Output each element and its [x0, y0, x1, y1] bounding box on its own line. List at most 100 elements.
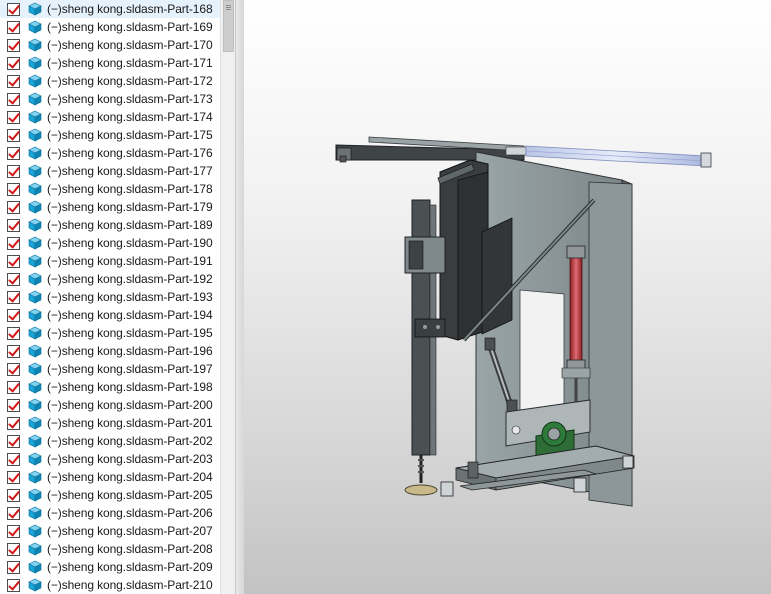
- part-cube-icon: [28, 488, 42, 502]
- part-cube-icon: [28, 20, 42, 34]
- tree-item[interactable]: (−)sheng kong.sldasm-Part-178: [0, 180, 220, 198]
- tree-item[interactable]: (−)sheng kong.sldasm-Part-209: [0, 558, 220, 576]
- tree-item[interactable]: (−)sheng kong.sldasm-Part-177: [0, 162, 220, 180]
- visibility-checkbox[interactable]: [7, 254, 20, 268]
- visibility-checkbox[interactable]: [7, 38, 20, 52]
- tree-item-label: (−)sheng kong.sldasm-Part-196: [47, 344, 213, 358]
- tree-item[interactable]: (−)sheng kong.sldasm-Part-204: [0, 468, 220, 486]
- tree-item-label: (−)sheng kong.sldasm-Part-168: [47, 2, 213, 16]
- tree-item-label: (−)sheng kong.sldasm-Part-189: [47, 218, 213, 232]
- tree-item[interactable]: (−)sheng kong.sldasm-Part-175: [0, 126, 220, 144]
- tree-scrollbar[interactable]: [220, 0, 235, 594]
- tree-item-label: (−)sheng kong.sldasm-Part-192: [47, 272, 213, 286]
- visibility-checkbox[interactable]: [7, 2, 20, 16]
- visibility-checkbox[interactable]: [7, 92, 20, 106]
- visibility-checkbox[interactable]: [7, 488, 20, 502]
- tree-item[interactable]: (−)sheng kong.sldasm-Part-210: [0, 576, 220, 594]
- part-cube-icon: [28, 290, 42, 304]
- tree-item[interactable]: (−)sheng kong.sldasm-Part-205: [0, 486, 220, 504]
- visibility-checkbox[interactable]: [7, 146, 20, 160]
- visibility-checkbox[interactable]: [7, 56, 20, 70]
- tree-item[interactable]: (−)sheng kong.sldasm-Part-200: [0, 396, 220, 414]
- part-cube-icon: [28, 110, 42, 124]
- visibility-checkbox[interactable]: [7, 506, 20, 520]
- tree-item-label: (−)sheng kong.sldasm-Part-195: [47, 326, 213, 340]
- tree-item[interactable]: (−)sheng kong.sldasm-Part-203: [0, 450, 220, 468]
- tree-item[interactable]: (−)sheng kong.sldasm-Part-190: [0, 234, 220, 252]
- tree-item-label: (−)sheng kong.sldasm-Part-191: [47, 254, 213, 268]
- tree-item[interactable]: (−)sheng kong.sldasm-Part-201: [0, 414, 220, 432]
- part-cube-icon: [28, 506, 42, 520]
- tree-item[interactable]: (−)sheng kong.sldasm-Part-168: [0, 0, 220, 18]
- tree-item-label: (−)sheng kong.sldasm-Part-170: [47, 38, 213, 52]
- tree-item[interactable]: (−)sheng kong.sldasm-Part-195: [0, 324, 220, 342]
- visibility-checkbox[interactable]: [7, 182, 20, 196]
- tree-item[interactable]: (−)sheng kong.sldasm-Part-172: [0, 72, 220, 90]
- visibility-checkbox[interactable]: [7, 200, 20, 214]
- tree-item-label: (−)sheng kong.sldasm-Part-204: [47, 470, 213, 484]
- visibility-checkbox[interactable]: [7, 308, 20, 322]
- tree-item[interactable]: (−)sheng kong.sldasm-Part-193: [0, 288, 220, 306]
- visibility-checkbox[interactable]: [7, 74, 20, 88]
- visibility-checkbox[interactable]: [7, 470, 20, 484]
- tree-item-label: (−)sheng kong.sldasm-Part-172: [47, 74, 213, 88]
- tree-item[interactable]: (−)sheng kong.sldasm-Part-192: [0, 270, 220, 288]
- tree-item-label: (−)sheng kong.sldasm-Part-193: [47, 290, 213, 304]
- visibility-checkbox[interactable]: [7, 452, 20, 466]
- tree-item[interactable]: (−)sheng kong.sldasm-Part-170: [0, 36, 220, 54]
- visibility-checkbox[interactable]: [7, 20, 20, 34]
- tree-item[interactable]: (−)sheng kong.sldasm-Part-207: [0, 522, 220, 540]
- part-cube-icon: [28, 542, 42, 556]
- tree-item[interactable]: (−)sheng kong.sldasm-Part-174: [0, 108, 220, 126]
- visibility-checkbox[interactable]: [7, 578, 20, 592]
- tree-item[interactable]: (−)sheng kong.sldasm-Part-179: [0, 198, 220, 216]
- part-cube-icon: [28, 92, 42, 106]
- visibility-checkbox[interactable]: [7, 380, 20, 394]
- tree-item-label: (−)sheng kong.sldasm-Part-197: [47, 362, 213, 376]
- tree-item[interactable]: (−)sheng kong.sldasm-Part-198: [0, 378, 220, 396]
- part-cube-icon: [28, 2, 42, 16]
- visibility-checkbox[interactable]: [7, 290, 20, 304]
- visibility-checkbox[interactable]: [7, 236, 20, 250]
- visibility-checkbox[interactable]: [7, 416, 20, 430]
- tree-item-label: (−)sheng kong.sldasm-Part-202: [47, 434, 213, 448]
- visibility-checkbox[interactable]: [7, 434, 20, 448]
- part-cube-icon: [28, 344, 42, 358]
- tree-item[interactable]: (−)sheng kong.sldasm-Part-169: [0, 18, 220, 36]
- guide-rod: [525, 145, 712, 168]
- tree-item[interactable]: (−)sheng kong.sldasm-Part-197: [0, 360, 220, 378]
- visibility-checkbox[interactable]: [7, 326, 20, 340]
- part-cube-icon: [28, 560, 42, 574]
- tree-item-label: (−)sheng kong.sldasm-Part-179: [47, 200, 213, 214]
- visibility-checkbox[interactable]: [7, 218, 20, 232]
- tree-item-label: (−)sheng kong.sldasm-Part-201: [47, 416, 213, 430]
- tree-item[interactable]: (−)sheng kong.sldasm-Part-202: [0, 432, 220, 450]
- tree-item[interactable]: (−)sheng kong.sldasm-Part-191: [0, 252, 220, 270]
- part-cube-icon: [28, 254, 42, 268]
- part-cube-icon: [28, 452, 42, 466]
- tree-item[interactable]: (−)sheng kong.sldasm-Part-189: [0, 216, 220, 234]
- visibility-checkbox[interactable]: [7, 164, 20, 178]
- tree-item[interactable]: (−)sheng kong.sldasm-Part-208: [0, 540, 220, 558]
- tree-item[interactable]: (−)sheng kong.sldasm-Part-173: [0, 90, 220, 108]
- tree-item[interactable]: (−)sheng kong.sldasm-Part-176: [0, 144, 220, 162]
- visibility-checkbox[interactable]: [7, 524, 20, 538]
- tree-scroll-thumb[interactable]: [223, 0, 234, 52]
- tree-item-label: (−)sheng kong.sldasm-Part-178: [47, 182, 213, 196]
- tree-item[interactable]: (−)sheng kong.sldasm-Part-206: [0, 504, 220, 522]
- visibility-checkbox[interactable]: [7, 560, 20, 574]
- visibility-checkbox[interactable]: [7, 362, 20, 376]
- visibility-checkbox[interactable]: [7, 542, 20, 556]
- graphics-viewport[interactable]: [244, 0, 771, 594]
- tree-item[interactable]: (−)sheng kong.sldasm-Part-171: [0, 54, 220, 72]
- tree-item[interactable]: (−)sheng kong.sldasm-Part-196: [0, 342, 220, 360]
- assembly-model-view[interactable]: [244, 0, 771, 594]
- visibility-checkbox[interactable]: [7, 398, 20, 412]
- visibility-checkbox[interactable]: [7, 272, 20, 286]
- visibility-checkbox[interactable]: [7, 344, 20, 358]
- visibility-checkbox[interactable]: [7, 110, 20, 124]
- left-vertical-post: [404, 199, 446, 496]
- visibility-checkbox[interactable]: [7, 128, 20, 142]
- tree-item[interactable]: (−)sheng kong.sldasm-Part-194: [0, 306, 220, 324]
- tree-item-label: (−)sheng kong.sldasm-Part-207: [47, 524, 213, 538]
